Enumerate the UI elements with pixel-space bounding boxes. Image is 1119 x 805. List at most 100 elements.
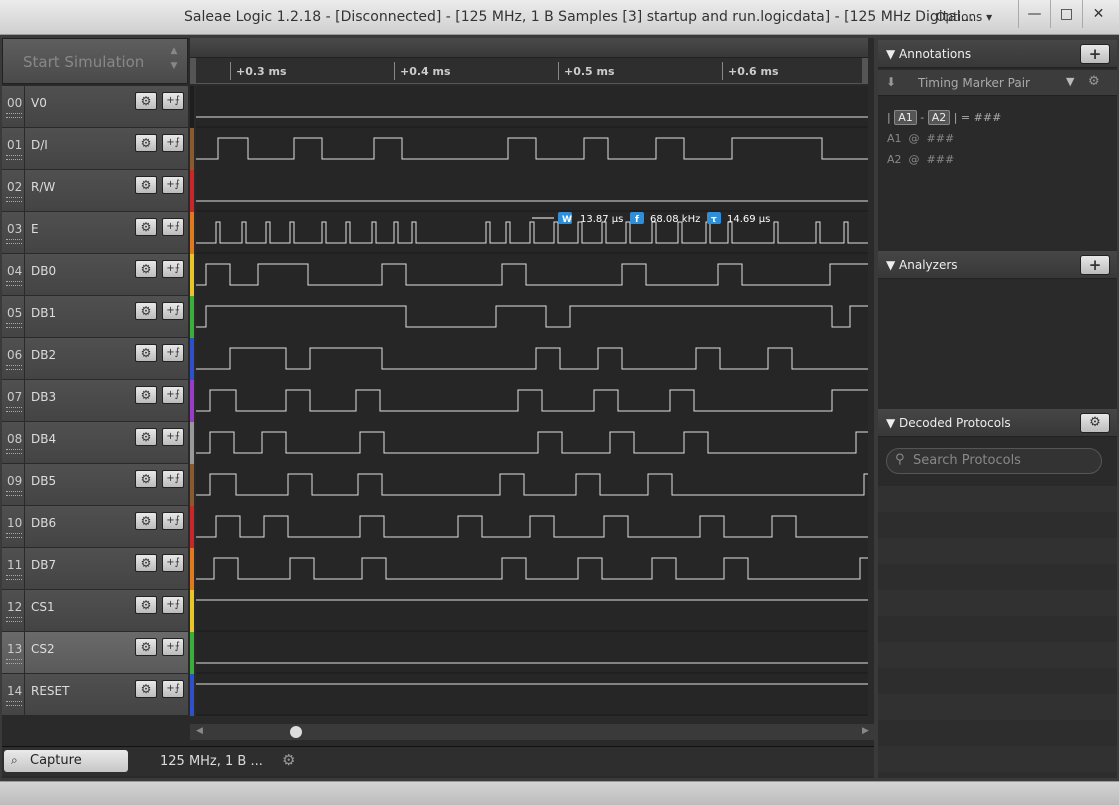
channel-name[interactable]: DB6 (31, 516, 56, 530)
add-trigger-icon[interactable]: +⨍ (162, 596, 184, 614)
channel-row[interactable]: 14 RESET ⚙ +⨍ (2, 674, 188, 716)
ruler-left-handle[interactable] (190, 58, 196, 84)
channel-name[interactable]: DB0 (31, 264, 56, 278)
close-button[interactable]: ✕ (1082, 0, 1114, 28)
channel-settings-gear-icon[interactable]: ⚙ (135, 134, 157, 152)
add-trigger-icon[interactable]: +⨍ (162, 512, 184, 530)
scroll-right-icon[interactable]: ▶ (862, 726, 869, 736)
channel-name[interactable]: V0 (31, 96, 47, 110)
session-tab[interactable]: 125 MHz, 1 B ... (160, 754, 263, 769)
channel-row[interactable]: 13 CS2 ⚙ +⨍ (2, 632, 188, 674)
channel-settings-gear-icon[interactable]: ⚙ (135, 302, 157, 320)
waveform-view[interactable]: W 13.87 µs f 68.08 kHz τ 14.69 µs (196, 86, 868, 716)
channel-name[interactable]: DB2 (31, 348, 56, 362)
channel-row[interactable]: 09 DB5 ⚙ +⨍ (2, 464, 188, 506)
chevron-up-icon[interactable]: ▲ (171, 46, 178, 56)
add-trigger-icon[interactable]: +⨍ (162, 638, 184, 656)
channel-row[interactable]: 05 DB1 ⚙ +⨍ (2, 296, 188, 338)
channel-settings-gear-icon[interactable]: ⚙ (135, 428, 157, 446)
channel-name[interactable]: DB4 (31, 432, 56, 446)
simulation-spinner[interactable]: ▲ ▼ (166, 44, 182, 78)
channel-row[interactable]: 00 V0 ⚙ +⨍ (2, 86, 188, 128)
drag-handle-icon[interactable] (6, 155, 22, 160)
add-trigger-icon[interactable]: +⨍ (162, 134, 184, 152)
scroll-left-icon[interactable]: ◀ (196, 726, 203, 736)
add-trigger-icon[interactable]: +⨍ (162, 176, 184, 194)
channel-name[interactable]: DB3 (31, 390, 56, 404)
a1-marker-box[interactable]: A1 (894, 110, 917, 125)
analyzers-header[interactable]: ▼ Analyzers + (878, 251, 1117, 279)
drag-handle-icon[interactable] (6, 281, 22, 286)
channel-name[interactable]: DB5 (31, 474, 56, 488)
drag-handle-icon[interactable] (6, 113, 22, 118)
channel-settings-gear-icon[interactable]: ⚙ (135, 260, 157, 278)
drag-handle-icon[interactable] (6, 323, 22, 328)
drag-handle-icon[interactable] (6, 491, 22, 496)
channel-row[interactable]: 12 CS1 ⚙ +⨍ (2, 590, 188, 632)
drag-handle-icon[interactable] (6, 197, 22, 202)
add-trigger-icon[interactable]: +⨍ (162, 428, 184, 446)
drag-handle-icon[interactable] (6, 239, 22, 244)
channel-name[interactable]: E (31, 222, 39, 236)
channel-settings-gear-icon[interactable]: ⚙ (135, 512, 157, 530)
channel-row[interactable]: 08 DB4 ⚙ +⨍ (2, 422, 188, 464)
search-protocols-input[interactable]: ⚲ Search Protocols (886, 448, 1102, 474)
channel-row[interactable]: 03 E ⚙ +⨍ (2, 212, 188, 254)
channel-row[interactable]: 04 DB0 ⚙ +⨍ (2, 254, 188, 296)
add-trigger-icon[interactable]: +⨍ (162, 470, 184, 488)
drag-handle-icon[interactable] (6, 575, 22, 580)
capture-tab[interactable]: ⌕ Capture (4, 750, 128, 772)
time-ruler[interactable]: +0.3 ms +0.4 ms +0.5 ms +0.6 ms (190, 58, 868, 84)
channel-row[interactable]: 02 R/W ⚙ +⨍ (2, 170, 188, 212)
minimize-button[interactable]: — (1018, 0, 1050, 28)
drag-handle-icon[interactable] (6, 449, 22, 454)
ruler-right-handle[interactable] (862, 58, 868, 84)
drag-handle-icon[interactable] (6, 659, 22, 664)
channel-settings-gear-icon[interactable]: ⚙ (135, 92, 157, 110)
add-trigger-icon[interactable]: +⨍ (162, 680, 184, 698)
channel-name[interactable]: CS1 (31, 600, 55, 614)
add-trigger-icon[interactable]: +⨍ (162, 92, 184, 110)
add-trigger-icon[interactable]: +⨍ (162, 344, 184, 362)
add-trigger-icon[interactable]: +⨍ (162, 218, 184, 236)
channel-row[interactable]: 07 DB3 ⚙ +⨍ (2, 380, 188, 422)
add-trigger-icon[interactable]: +⨍ (162, 260, 184, 278)
channel-settings-gear-icon[interactable]: ⚙ (135, 596, 157, 614)
channel-settings-gear-icon[interactable]: ⚙ (135, 638, 157, 656)
channel-name[interactable]: DB7 (31, 558, 56, 572)
channel-row[interactable]: 01 D/I ⚙ +⨍ (2, 128, 188, 170)
channel-settings-gear-icon[interactable]: ⚙ (135, 554, 157, 572)
channel-name[interactable]: D/I (31, 138, 48, 152)
horizontal-scrollbar[interactable]: ◀ ▶ (190, 724, 874, 740)
decoded-protocols-header[interactable]: ▼ Decoded Protocols ⚙ (878, 409, 1117, 437)
channel-name[interactable]: DB1 (31, 306, 56, 320)
channel-settings-gear-icon[interactable]: ⚙ (135, 176, 157, 194)
add-annotation-button[interactable]: + (1080, 44, 1110, 64)
gear-icon[interactable]: ⚙ (282, 751, 295, 769)
protocols-gear-icon[interactable]: ⚙ (1080, 413, 1110, 433)
channel-settings-gear-icon[interactable]: ⚙ (135, 218, 157, 236)
channel-settings-gear-icon[interactable]: ⚙ (135, 386, 157, 404)
channel-row[interactable]: 11 DB7 ⚙ +⨍ (2, 548, 188, 590)
add-analyzer-button[interactable]: + (1080, 255, 1110, 275)
add-trigger-icon[interactable]: +⨍ (162, 554, 184, 572)
add-trigger-icon[interactable]: +⨍ (162, 386, 184, 404)
drag-handle-icon[interactable] (6, 533, 22, 538)
start-simulation-button[interactable]: Start Simulation (2, 38, 188, 84)
channel-settings-gear-icon[interactable]: ⚙ (135, 680, 157, 698)
drag-handle-icon[interactable] (6, 365, 22, 370)
drag-handle-icon[interactable] (6, 407, 22, 412)
channel-name[interactable]: R/W (31, 180, 55, 194)
drag-handle-icon[interactable] (6, 617, 22, 622)
timing-marker-pair-row[interactable]: ⬇ Timing Marker Pair ▼ ⚙ (878, 70, 1117, 96)
chevron-down-icon[interactable]: ▼ (1066, 75, 1074, 88)
channel-row[interactable]: 06 DB2 ⚙ +⨍ (2, 338, 188, 380)
scroll-thumb[interactable] (290, 726, 302, 738)
chevron-down-icon[interactable]: ▼ (171, 61, 178, 71)
gear-icon[interactable]: ⚙ (1088, 74, 1100, 89)
add-trigger-icon[interactable]: +⨍ (162, 302, 184, 320)
drag-handle-icon[interactable] (6, 701, 22, 706)
channel-name[interactable]: CS2 (31, 642, 55, 656)
annotations-header[interactable]: ▼ Annotations + (878, 40, 1117, 68)
channel-name[interactable]: RESET (31, 684, 69, 698)
